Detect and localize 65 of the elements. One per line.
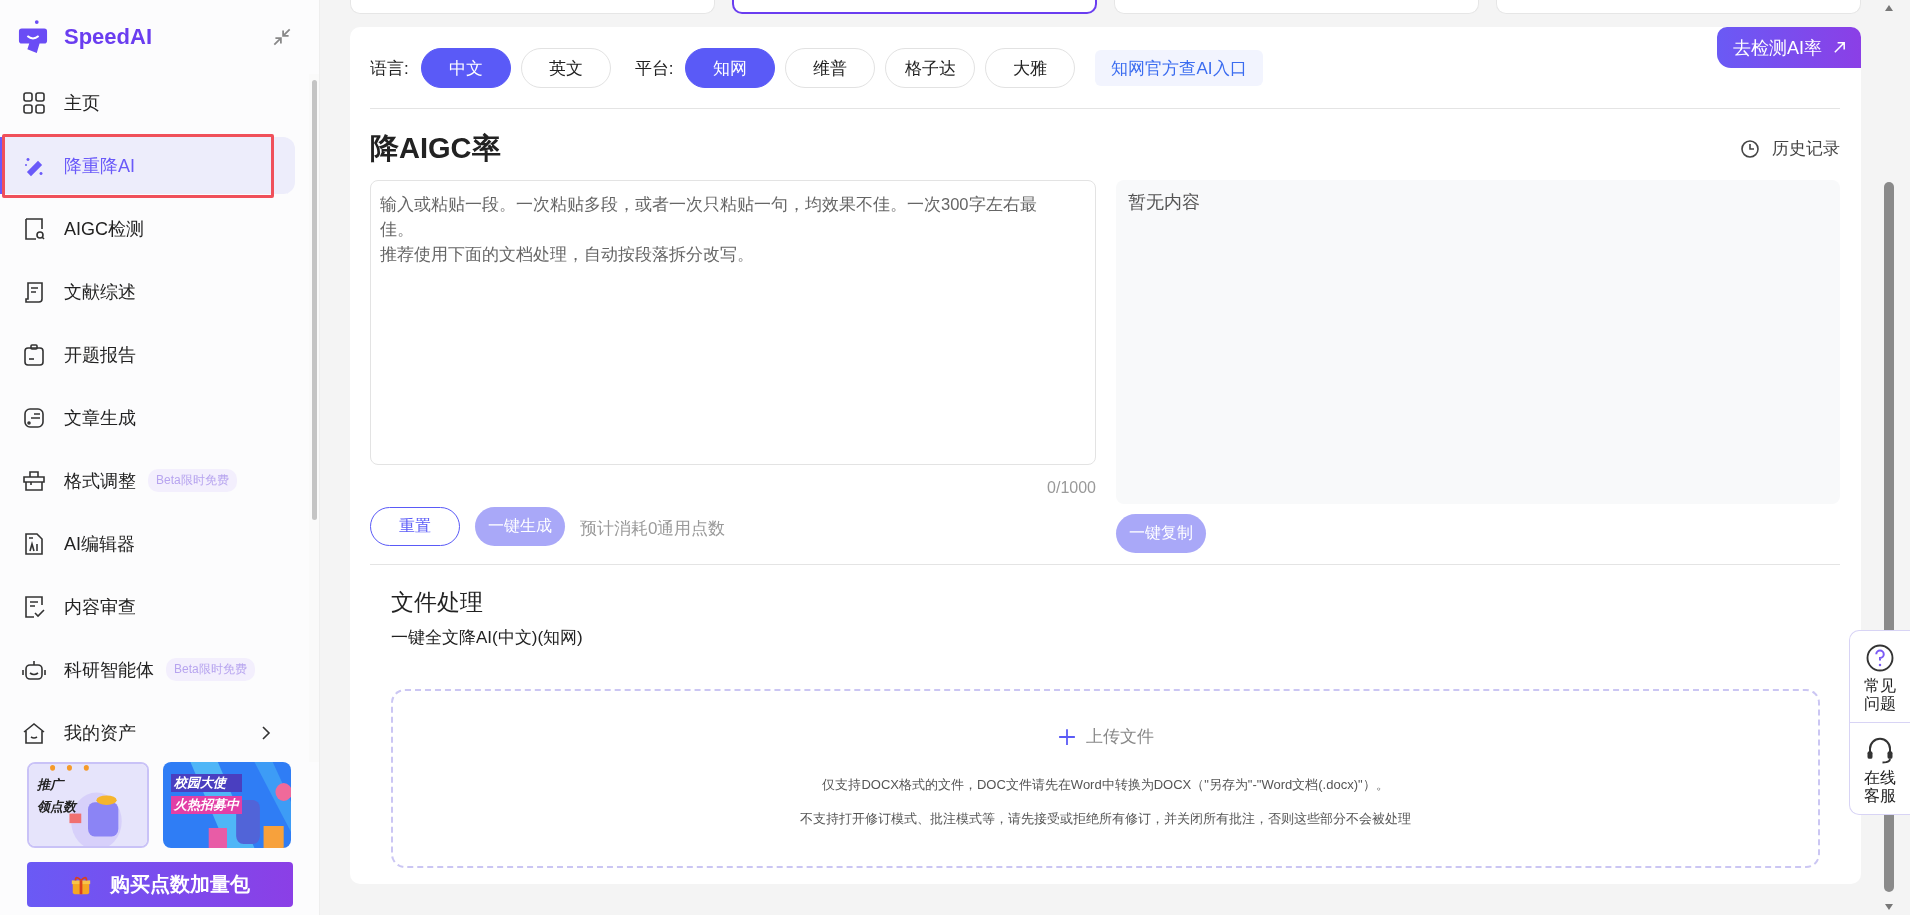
plus-icon: [1057, 727, 1076, 746]
promo-banner[interactable]: 推广 领点数: [27, 762, 149, 848]
upload-note: 仅支持DOCX格式的文件，DOC文件请先在Word中转换为DOCX（"另存为"-"Word文档(.docx)"）。: [822, 776, 1389, 794]
official-check-link[interactable]: 知网官方查AI入口: [1095, 50, 1263, 86]
platform-option[interactable]: 知网: [685, 48, 776, 88]
cost-note: 预计消耗0通用点数: [580, 518, 726, 540]
collapse-icon[interactable]: [271, 26, 293, 48]
language-option[interactable]: 中文: [420, 48, 511, 88]
promo-badge: Beta限时免费: [148, 469, 237, 492]
page-title: 降AIGC率: [370, 130, 501, 166]
nav-item[interactable]: 主页: [0, 74, 295, 131]
upload-area[interactable]: 上传文件 仅支持DOCX格式的文件，DOC文件请先在Word中转换为DOCX（"另存为"-"Word文档(.docx)"）。 不支持打开修订模式、批注模式等，请先接受或拒绝所有修订，并关闭所有批注，否则这些部分不会被处理: [391, 689, 1820, 868]
nav-item[interactable]: 开题报告: [0, 326, 295, 383]
help-widget-item[interactable]: 常见问题: [1850, 631, 1910, 722]
char-counter: 0/1000: [1047, 479, 1096, 497]
promo-banner[interactable]: 校园大使 火热招募中: [163, 762, 291, 848]
nav-item[interactable]: 文章生成: [0, 389, 295, 446]
platform-option[interactable]: 格子达: [885, 48, 976, 88]
logo-text: SpeedAI: [64, 24, 154, 50]
help-widget-item[interactable]: 在线客服: [1850, 721, 1910, 814]
nav-item[interactable]: 格式调整 Beta限时免费: [0, 452, 295, 509]
banner-text: 火热招募中: [171, 796, 242, 814]
question-icon: [1865, 643, 1895, 673]
toolbox-icon: [22, 468, 46, 493]
note-icon: [22, 405, 46, 430]
grid-icon: [22, 90, 46, 115]
upload-label: 上传文件: [1085, 726, 1154, 748]
platform-option[interactable]: 大雅: [985, 48, 1076, 88]
detect-ai-link[interactable]: 去检测AI率: [1717, 27, 1861, 68]
banner-text: 推广: [37, 776, 66, 794]
nav-item[interactable]: 内容审查: [0, 578, 295, 635]
placeholder-text: 输入或粘贴一段。一次粘贴多段，或者一次只粘贴一句，均效果不佳。一次300字左右最佳。: [380, 194, 1038, 240]
platform-option[interactable]: 维普: [785, 48, 876, 88]
checklist-icon: [22, 594, 46, 619]
banner-text: 校园大使: [171, 774, 242, 792]
robot-logo-icon: [18, 19, 48, 55]
nav-item[interactable]: 我的资产: [0, 704, 295, 761]
history-link[interactable]: 历史记录: [1740, 137, 1840, 160]
scroll-icon: [22, 279, 46, 304]
empty-text: 暂无内容: [1128, 192, 1200, 212]
platform-label: 平台:: [634, 57, 674, 80]
mode-card[interactable]: [732, 0, 1097, 14]
scroll-down-icon[interactable]: [1884, 903, 1894, 911]
nav-item[interactable]: 科研智能体 Beta限时免费: [0, 641, 295, 698]
arrow-icon: [1832, 40, 1847, 55]
section-subtitle: 一键全文降AI(中文)(知网): [391, 627, 584, 649]
text-input[interactable]: [370, 180, 1096, 465]
language-label: 语言:: [370, 57, 409, 80]
nav-item[interactable]: AI编辑器: [0, 515, 295, 572]
document-search-icon: [22, 216, 46, 241]
house-icon: [22, 720, 46, 745]
upload-note: 不支持打开修订模式、批注模式等，请先接受或拒绝所有修订，并关闭所有批注，否则这些部分不会被处理: [800, 810, 1411, 828]
section-title: 文件处理: [391, 588, 484, 617]
scroll-up-icon[interactable]: [1884, 4, 1894, 12]
banner-text: 领点数: [37, 798, 76, 816]
clock-icon: [1740, 138, 1760, 159]
buy-points-button[interactable]: 购买点数加量包: [27, 862, 293, 907]
reset-button[interactable]: 重置: [370, 507, 460, 546]
document-icon: [22, 531, 46, 556]
promo-badge: Beta限时免费: [166, 658, 255, 681]
language-option[interactable]: 英文: [520, 48, 611, 88]
nav-item[interactable]: AIGC检测: [0, 200, 295, 257]
placeholder-text: 推荐使用下面的文档处理，自动按段落拆分改写。: [380, 243, 755, 265]
nav-item[interactable]: 文献综述: [0, 263, 295, 320]
clipboard-icon: [22, 342, 46, 367]
